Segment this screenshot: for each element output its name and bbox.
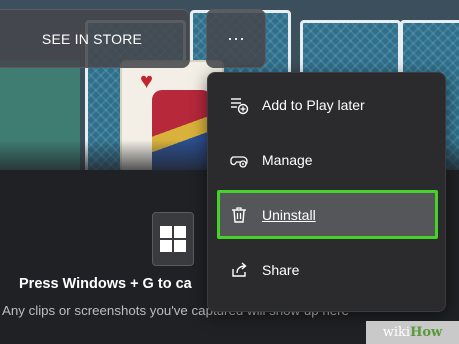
- share-icon: [228, 259, 250, 281]
- windows-logo-icon: [152, 212, 194, 266]
- watermark-prefix: wiki: [382, 325, 411, 340]
- add-to-play-later-icon: [228, 94, 250, 116]
- gear-controller-icon: [228, 149, 250, 171]
- menu-item-add-to-play-later[interactable]: Add to Play later: [220, 83, 435, 127]
- watermark-suffix: How: [410, 325, 443, 340]
- see-in-store-button[interactable]: SEE IN STORE: [0, 9, 190, 68]
- menu-item-label: Uninstall: [262, 206, 316, 223]
- menu-item-manage[interactable]: Manage: [220, 138, 435, 182]
- capture-instructions-title: Press Windows + G to ca: [19, 276, 192, 292]
- menu-item-label: Add to Play later: [262, 97, 365, 113]
- context-menu: Add to Play later Manage Uninstall Share: [207, 72, 446, 312]
- trash-icon: [228, 204, 250, 226]
- menu-item-label: Manage: [262, 152, 313, 168]
- menu-item-uninstall[interactable]: Uninstall: [217, 190, 438, 239]
- more-options-button[interactable]: ···: [206, 9, 266, 68]
- heart-suit-icon: ♥: [140, 68, 154, 93]
- menu-item-share[interactable]: Share: [220, 248, 435, 292]
- menu-item-label: Share: [262, 262, 300, 278]
- more-options-icon: ···: [227, 28, 245, 48]
- wikihow-watermark: wiki How: [366, 321, 459, 344]
- see-in-store-label: SEE IN STORE: [41, 30, 143, 47]
